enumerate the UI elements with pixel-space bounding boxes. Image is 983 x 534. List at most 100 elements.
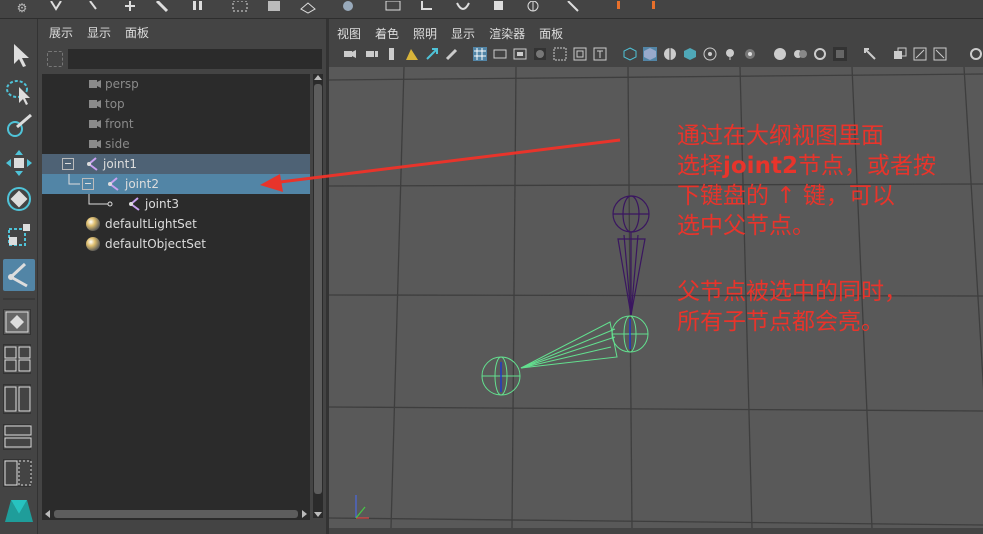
viewport-menu-shading[interactable]: 着色 (375, 25, 399, 42)
grease-pencil-icon[interactable] (445, 47, 459, 61)
side-by-side-layout-button[interactable] (3, 384, 31, 414)
shadows-icon[interactable] (723, 47, 737, 61)
collapse-toggle-icon[interactable] (62, 158, 74, 170)
lasso-tool[interactable] (3, 75, 35, 107)
isolate-select-icon[interactable] (813, 47, 827, 61)
viewport-menu-view[interactable]: 视图 (337, 25, 361, 42)
multi-sample-icon[interactable] (893, 47, 907, 61)
bookmark-icon[interactable] (385, 47, 399, 61)
safe-action-icon[interactable] (573, 47, 587, 61)
hypershade-layout-button[interactable] (3, 459, 32, 487)
joint-icon (129, 197, 140, 211)
paint-shelf-icon[interactable] (155, 1, 171, 15)
loop-shelf-icon[interactable] (455, 1, 471, 15)
outliner-menu-panels[interactable]: 面板 (125, 24, 149, 41)
tree-row-joint2[interactable]: joint2 (42, 174, 310, 194)
single-pane-layout-button[interactable] (3, 309, 31, 335)
depth-of-field-icon[interactable] (933, 47, 947, 61)
wireframe-on-shaded-icon[interactable] (663, 47, 677, 61)
gate-mask-icon[interactable] (533, 47, 547, 61)
camera-attributes-icon[interactable] (365, 47, 379, 61)
paint-select-tool[interactable] (3, 111, 35, 143)
outliner-search-row (38, 47, 326, 71)
scale-tool[interactable] (3, 219, 35, 251)
scroll-left-icon[interactable] (44, 510, 52, 518)
layout-shelf-icon[interactable] (385, 1, 401, 15)
lasso-shelf-icon[interactable] (86, 1, 102, 15)
2d-pan-icon[interactable] (425, 47, 439, 61)
camera-icon (89, 120, 101, 128)
select-tool[interactable] (3, 39, 35, 71)
split-layout-icon (4, 386, 31, 412)
outliner-search-input[interactable] (68, 49, 322, 69)
tree-row-top[interactable]: top (42, 94, 310, 114)
xray-icon[interactable] (773, 47, 787, 61)
field-chart-icon[interactable] (553, 47, 567, 61)
use-lights-icon[interactable] (703, 47, 717, 61)
shelf-strip: ⚙ (0, 0, 983, 19)
collapse-toggle-icon[interactable] (82, 178, 94, 190)
key2-shelf-icon[interactable] (645, 1, 661, 15)
outliner-vertical-scrollbar[interactable] (313, 74, 323, 518)
render-shelf-icon[interactable] (340, 1, 356, 15)
scroll-up-icon[interactable] (314, 74, 322, 82)
annotation-line: 选中父节点。 (677, 213, 815, 239)
square-shelf-icon[interactable] (490, 1, 506, 15)
cube-shelf-icon[interactable] (266, 1, 282, 15)
frame-shelf-icon[interactable] (420, 1, 436, 15)
tree-row-front[interactable]: front (42, 114, 310, 134)
hud-icon[interactable] (863, 47, 877, 61)
outliner-layout-button[interactable] (3, 424, 32, 450)
xray-joints-icon[interactable] (793, 47, 807, 61)
annotation-line: 通过在大纲视图里面 (677, 123, 884, 149)
bounding-box-shelf-icon[interactable] (232, 1, 248, 15)
viewport-menu-panels[interactable]: 面板 (539, 25, 563, 42)
tree-row-side[interactable]: side (42, 134, 310, 154)
tree-row-defaultlightset[interactable]: defaultLightSet (42, 214, 310, 234)
outliner-menubar: 展示 显示 面板 (38, 19, 326, 45)
screen-space-icon[interactable] (913, 47, 927, 61)
move-shelf-icon[interactable] (122, 1, 138, 15)
camera-select-icon[interactable] (343, 47, 357, 61)
viewport-menu-lighting[interactable]: 照明 (413, 25, 437, 42)
tweak-shelf-icon[interactable] (565, 1, 581, 15)
scroll-down-icon[interactable] (314, 510, 322, 518)
smooth-shade-icon[interactable] (643, 47, 657, 61)
ambient-occlusion-icon[interactable] (743, 47, 757, 61)
rotate-tool[interactable] (3, 183, 35, 215)
four-pane-layout-button[interactable] (3, 344, 31, 374)
wireframe-icon[interactable] (623, 47, 637, 61)
pivot-shelf-icon[interactable] (525, 1, 541, 15)
tree-row-joint3[interactable]: joint3 (42, 194, 310, 214)
viewport-scene[interactable]: 通过在大纲视图里面 选择joint2节点，或者按 下键盘的 ↑ 键，可以 选中父… (329, 67, 983, 528)
grid-toggle-icon[interactable] (473, 47, 487, 61)
resolution-gate-icon[interactable] (513, 47, 527, 61)
joint-tool[interactable] (3, 259, 35, 291)
film-gate-icon[interactable] (493, 47, 507, 61)
key-shelf-icon[interactable] (610, 1, 626, 15)
outliner-menu-show[interactable]: 显示 (87, 24, 111, 41)
gear-icon[interactable]: ⚙ (14, 0, 30, 16)
snap-shelf-icon[interactable] (190, 1, 206, 15)
scrollbar-thumb[interactable] (314, 84, 322, 494)
safe-title-icon[interactable] (593, 47, 607, 61)
viewport-menu-show[interactable]: 显示 (451, 25, 475, 42)
viewport-menu-renderer[interactable]: 渲染器 (489, 25, 525, 42)
tree-row-defaultobjectset[interactable]: defaultObjectSet (42, 234, 310, 254)
plane-shelf-icon[interactable] (300, 1, 316, 15)
outliner-menu-display[interactable]: 展示 (49, 24, 73, 41)
image-plane-icon[interactable] (405, 47, 419, 61)
scrollbar-thumb[interactable] (54, 510, 298, 518)
move-tool[interactable] (3, 147, 35, 179)
xray-active-icon[interactable] (833, 47, 847, 61)
set-sphere-icon (86, 237, 100, 251)
tree-row-persp[interactable]: persp (42, 74, 310, 94)
outliner-horizontal-scrollbar[interactable] (42, 508, 310, 520)
select-tool-shelf-icon[interactable] (48, 1, 64, 15)
maya-window: ⚙ 展示 显示 面板 persp top front side joint1 j… (0, 0, 983, 534)
tree-row-joint1[interactable]: joint1 (42, 154, 310, 174)
filter-icon[interactable] (47, 51, 63, 67)
textured-icon[interactable] (683, 47, 697, 61)
more-tools-icon[interactable] (969, 47, 983, 61)
scroll-right-icon[interactable] (300, 510, 308, 518)
